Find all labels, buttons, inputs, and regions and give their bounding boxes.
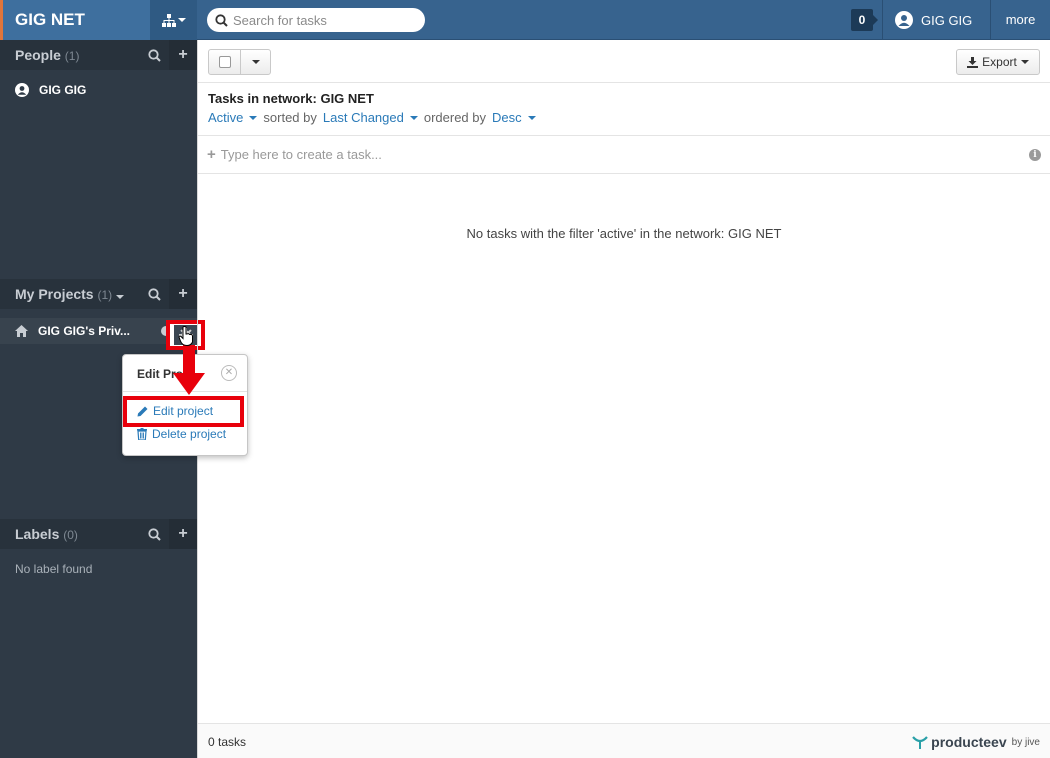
- sorted-by-label: sorted by: [263, 110, 317, 125]
- more-button[interactable]: more: [990, 0, 1050, 40]
- select-all-dropdown[interactable]: [208, 49, 271, 75]
- download-icon: [967, 56, 979, 68]
- projects-search-button[interactable]: [140, 279, 169, 309]
- projects-section-header: My Projects (1) +: [0, 279, 197, 309]
- project-name: GIG GIG's Priv...: [38, 324, 130, 338]
- sort-dropdown[interactable]: Last Changed: [323, 110, 418, 125]
- page-title: Tasks in network: GIG NET: [208, 91, 374, 106]
- network-switcher-button[interactable]: [150, 0, 197, 40]
- footer: 0 tasks producteev by jive: [198, 723, 1050, 758]
- toolbar: Export: [198, 40, 1050, 83]
- projects-count: (1): [97, 288, 113, 302]
- hand-cursor-icon: [178, 326, 193, 346]
- person-name: GIG GIG: [39, 83, 87, 97]
- plus-icon: +: [178, 285, 188, 302]
- people-search-button[interactable]: [140, 40, 169, 70]
- labels-title[interactable]: Labels (0): [0, 526, 140, 542]
- labels-empty-text: No label found: [15, 562, 93, 576]
- people-count: (1): [64, 49, 80, 63]
- empty-tasks-message: No tasks with the filter 'active' in the…: [466, 226, 782, 241]
- main-panel: Export Tasks in network: GIG NET Active …: [197, 40, 1050, 758]
- export-label: Export: [982, 55, 1017, 69]
- add-label-button[interactable]: +: [169, 519, 197, 549]
- network-name[interactable]: GIG NET: [0, 0, 150, 40]
- people-title[interactable]: People (1): [0, 47, 140, 63]
- chevron-down-icon: [409, 115, 418, 120]
- home-icon: [15, 325, 28, 337]
- export-button[interactable]: Export: [956, 49, 1040, 75]
- chevron-down-icon: [1020, 60, 1029, 64]
- select-dropdown-toggle[interactable]: [241, 50, 270, 74]
- trash-icon: [137, 428, 147, 440]
- search-icon: [215, 13, 228, 27]
- chevron-down-icon: [177, 18, 186, 22]
- projects-title[interactable]: My Projects (1): [0, 286, 140, 302]
- user-menu[interactable]: GIG GIG: [882, 0, 990, 40]
- ordered-by-label: ordered by: [423, 110, 486, 125]
- search-box[interactable]: [207, 8, 425, 32]
- labels-search-button[interactable]: [140, 519, 169, 549]
- search-icon: [148, 48, 161, 62]
- producteev-logo[interactable]: producteev by jive: [912, 734, 1040, 750]
- close-icon[interactable]: ✕: [221, 365, 237, 381]
- plus-icon: +: [178, 525, 188, 542]
- people-section-header: People (1) +: [0, 40, 197, 70]
- create-task-row: + i: [198, 136, 1050, 174]
- add-person-button[interactable]: +: [169, 40, 197, 70]
- chevron-down-icon: [527, 115, 536, 120]
- notification-badge[interactable]: 0: [851, 9, 878, 31]
- search-icon: [148, 287, 161, 301]
- plus-icon: +: [207, 146, 216, 163]
- labels-count: (0): [63, 528, 78, 542]
- chevron-down-icon: [251, 60, 260, 64]
- chevron-down-icon: [249, 115, 258, 120]
- edit-project-highlight: [123, 396, 244, 427]
- task-count: 0 tasks: [208, 735, 247, 749]
- order-dropdown[interactable]: Desc: [492, 110, 536, 125]
- logo-icon: [912, 736, 928, 749]
- user-icon: [895, 11, 913, 29]
- sitemap-icon: [161, 13, 176, 27]
- top-bar: GIG NET 0 GIG GIG more: [0, 0, 1050, 40]
- annotation-arrow: [173, 345, 205, 395]
- filter-dropdown[interactable]: Active: [208, 110, 258, 125]
- select-all-checkbox[interactable]: [209, 50, 241, 74]
- sidebar-item-person[interactable]: GIG GIG: [15, 83, 86, 97]
- add-project-button[interactable]: +: [169, 279, 197, 309]
- plus-icon: +: [178, 46, 188, 63]
- user-name: GIG GIG: [921, 12, 973, 28]
- list-header: Tasks in network: GIG NET Active sorted …: [198, 83, 1050, 136]
- user-icon: [15, 83, 29, 97]
- search-input[interactable]: [233, 12, 413, 28]
- info-icon[interactable]: i: [1029, 149, 1041, 161]
- create-task-input[interactable]: [220, 147, 1001, 162]
- delete-project-menu-item[interactable]: Delete project: [137, 427, 226, 441]
- chevron-down-icon: [116, 295, 125, 299]
- search-icon: [148, 527, 161, 541]
- list-filters: Active sorted by Last Changed ordered by…: [208, 110, 536, 125]
- labels-section-header: Labels (0) +: [0, 519, 197, 549]
